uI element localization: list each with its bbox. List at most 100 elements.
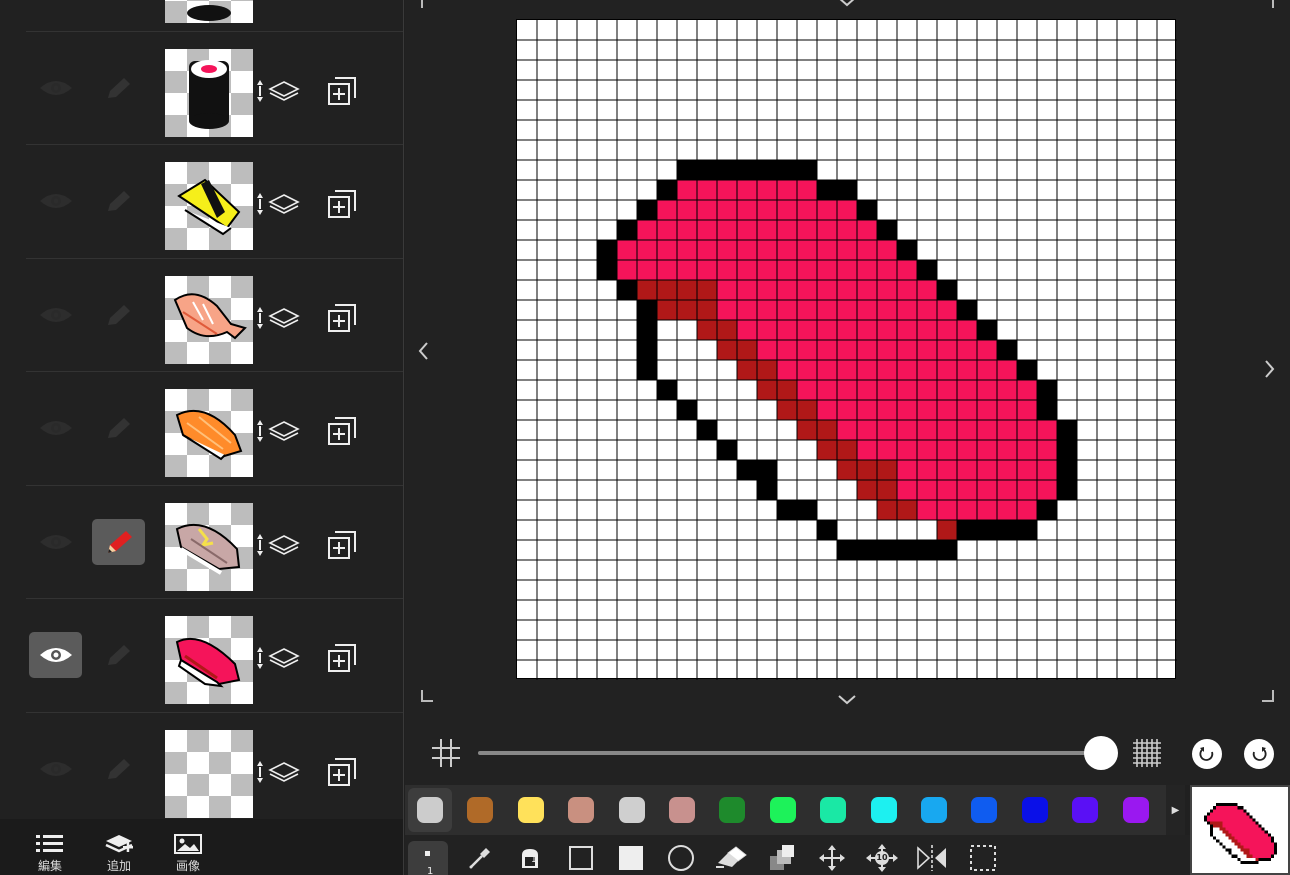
color-swatch-5[interactable] [618,797,645,823]
layer-visibility-toggle[interactable] [29,178,82,224]
palette-more-button[interactable]: ▶ [1166,785,1185,835]
layer-row-ebi[interactable] [26,259,403,372]
layer-row-empty[interactable] [26,713,403,826]
layer-reorder-handle[interactable] [256,419,300,443]
layer-reorder-handle[interactable] [256,192,300,216]
layer-edit-toggle[interactable] [92,405,145,451]
layer-duplicate-button[interactable] [328,644,356,672]
layer-edit-toggle[interactable] [92,65,145,111]
flip-tool[interactable] [912,841,952,875]
color-swatch-2[interactable] [467,797,494,823]
color-swatch-7[interactable] [719,797,746,823]
layer-reorder-handle[interactable] [256,533,300,557]
color-swatch-10[interactable] [870,797,897,823]
pen-size-tool[interactable]: 1 [408,841,448,875]
layer-thumbnail[interactable] [165,389,253,477]
layer-duplicate-button[interactable] [328,76,356,105]
pixel-grid[interactable] [517,20,1177,680]
color-swatch-3[interactable] [517,797,544,823]
color-swatch-14[interactable] [1072,797,1099,823]
color-swatch-11[interactable] [921,797,947,823]
color-swatch-4[interactable] [568,797,595,823]
layer-thumbnail[interactable] [165,502,253,591]
layer-thumbnail-art [177,178,241,236]
layer-edit-toggle[interactable] [92,746,145,792]
layer-row-aji[interactable] [26,486,403,599]
eye-icon [39,648,72,662]
color-swatch-1[interactable] [417,797,443,823]
layer-visibility-toggle[interactable] [29,405,82,451]
move-arrows-icon [819,845,845,871]
layer-thumbnail-art [189,59,229,129]
layer-visibility-toggle[interactable] [29,519,82,565]
eraser-icon [716,846,747,868]
edit-button[interactable]: 編集 [25,833,75,874]
layer-thumbnail-art [173,292,247,339]
layer-reorder-handle[interactable] [256,760,300,784]
layer-thumbnail[interactable] [165,0,253,23]
color-swatch-8[interactable] [769,797,796,823]
layer-duplicate-button[interactable] [328,303,356,332]
layer-edit-toggle[interactable] [92,292,145,338]
move-step-tool[interactable]: 10 [862,841,902,875]
duplicate-layer-icon [328,76,356,105]
layer-visibility-toggle[interactable] [29,65,82,111]
layer-row-maguro[interactable] [26,599,403,713]
layer-row-maki[interactable] [26,32,403,145]
scroll-up-icon[interactable] [837,0,857,8]
layer-thumbnail[interactable] [165,162,253,250]
fill-layer-badge: 1 [531,855,537,865]
eraser-tool[interactable] [711,841,751,875]
layer-visibility-toggle[interactable] [29,632,82,678]
eyedropper-tool[interactable] [460,841,500,875]
layer-row-salmon[interactable] [26,372,403,486]
layer-edit-toggle[interactable] [92,518,145,565]
layer-reorder-handle[interactable] [256,79,300,103]
color-swatch-6[interactable] [669,797,695,823]
layer-reorder-handle[interactable] [256,306,300,330]
grid-slider-track[interactable] [478,751,1102,755]
layer-thumbnail[interactable] [165,275,253,364]
layer-copy-tool[interactable] [762,841,802,875]
layer-visibility-toggle[interactable] [29,746,82,792]
reorder-icon [257,193,300,215]
color-swatch-15[interactable] [1122,797,1149,823]
layer-fill-tool[interactable]: 1 [510,841,550,875]
undo-button[interactable] [1192,739,1222,769]
scroll-right-icon[interactable] [1264,359,1276,379]
move-tool[interactable] [812,841,852,875]
rect-fill-tool[interactable] [611,841,651,875]
layer-reorder-handle[interactable] [256,646,300,670]
layer-visibility-toggle[interactable] [29,292,82,338]
reorder-icon [257,79,300,102]
color-swatch-13[interactable] [1021,797,1048,823]
sprite-preview[interactable] [1190,785,1290,875]
layer-row-partial-top[interactable] [26,0,403,32]
rect-outline-tool[interactable] [561,841,601,875]
layer-duplicate-button[interactable] [328,417,356,445]
color-swatch-12[interactable] [971,797,998,823]
scroll-left-icon[interactable] [417,341,429,361]
color-swatch-9[interactable] [820,797,847,823]
grid-coarse-icon[interactable] [431,738,461,768]
image-button[interactable]: 画像 [163,833,213,874]
select-tool[interactable] [963,841,1003,875]
circle-tool[interactable] [661,841,701,875]
grid-fine-icon[interactable] [1132,738,1162,768]
undo-icon [1199,747,1214,761]
layer-duplicate-button[interactable] [328,757,356,786]
redo-button[interactable] [1244,739,1274,769]
layer-row-tamago[interactable] [26,145,403,259]
layer-edit-toggle[interactable] [92,178,145,224]
layer-thumbnail[interactable] [165,616,253,704]
layer-thumbnail[interactable] [165,48,253,137]
scroll-down-icon[interactable] [837,694,857,706]
add-layer-button[interactable]: 追加 [94,833,144,874]
layer-edit-toggle[interactable] [92,632,145,678]
filled-rectangle-icon [619,846,643,870]
layer-duplicate-button[interactable] [328,190,356,218]
pixel-canvas[interactable] [516,19,1177,680]
layer-duplicate-button[interactable] [328,530,356,559]
layer-thumbnail[interactable] [165,729,253,818]
grid-slider-knob[interactable] [1084,736,1118,770]
